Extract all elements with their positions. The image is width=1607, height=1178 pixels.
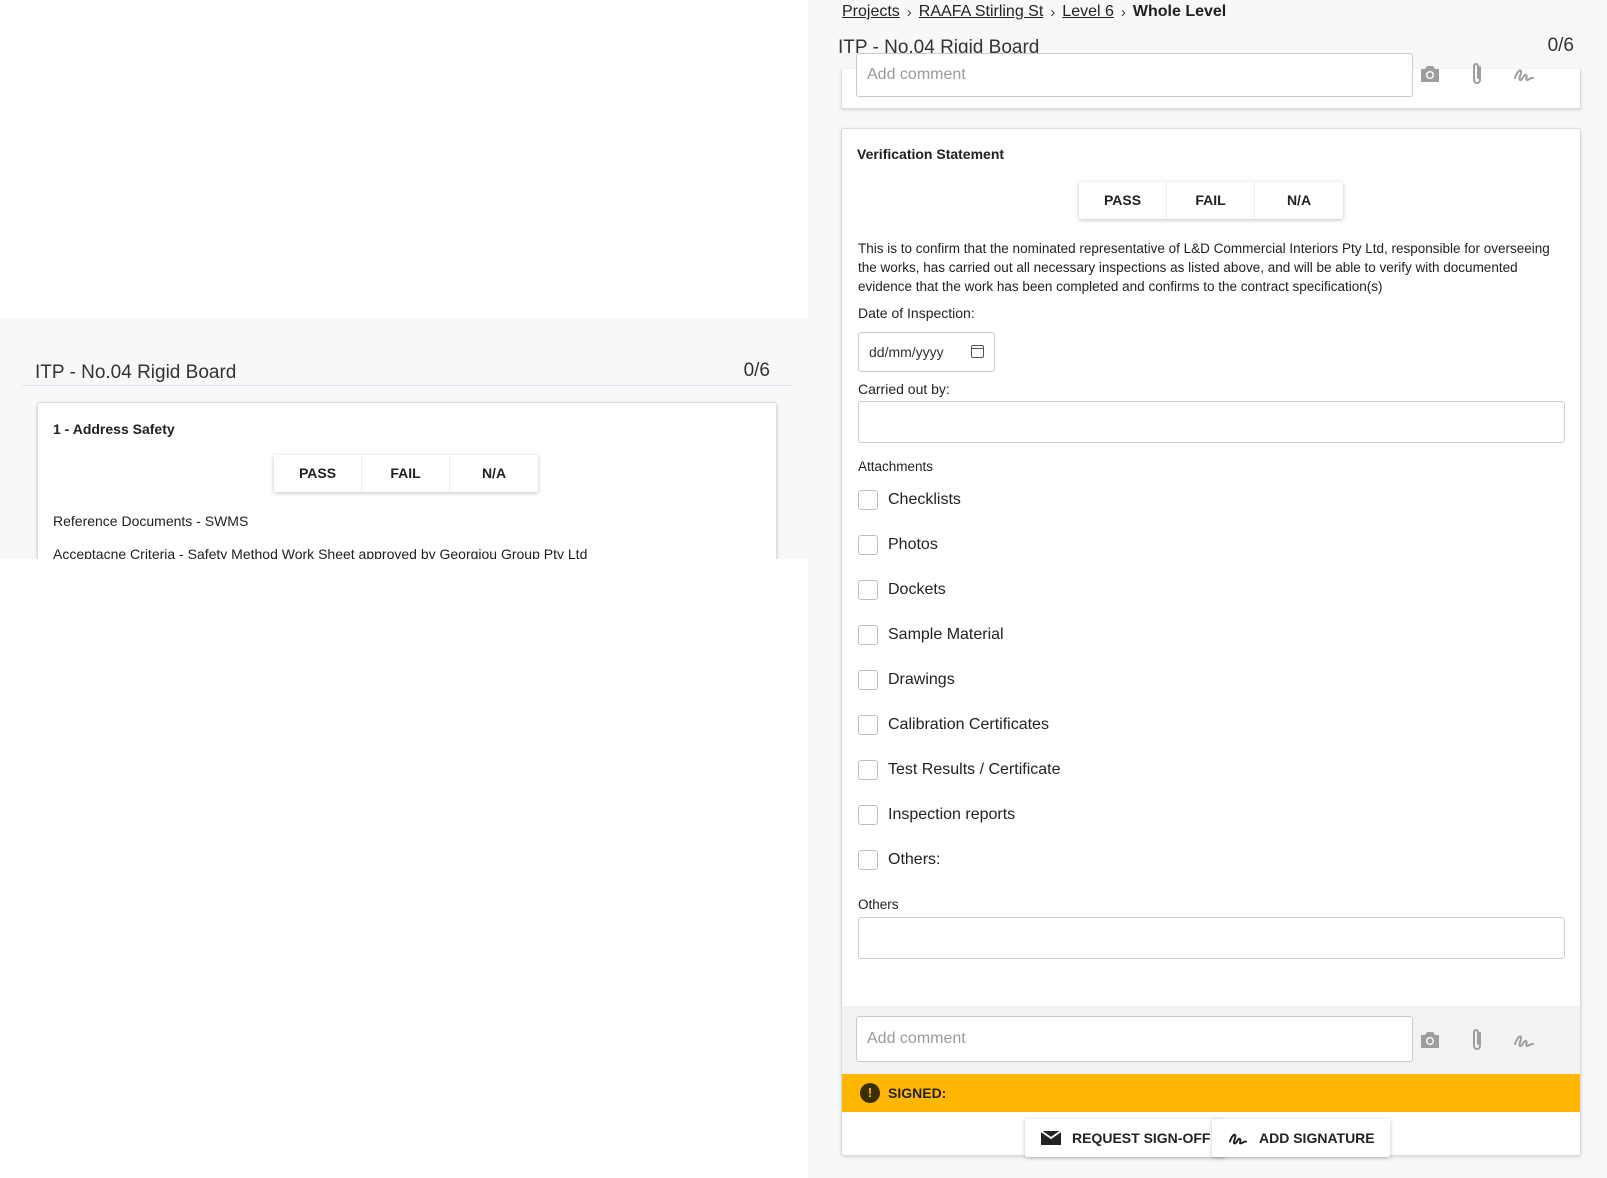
checkbox-label: Inspection reports <box>888 806 1016 823</box>
right-pane: Projects › RAAFA Stirling St › Level 6 ›… <box>808 0 1607 1178</box>
comment-input[interactable]: Add comment <box>856 1016 1413 1062</box>
inspection-item-card: 1 - Address Safety PASS FAIL N/A Referen… <box>37 402 777 559</box>
signature-icon[interactable] <box>1510 60 1538 88</box>
attachment-checkbox-others[interactable]: Others: <box>858 850 940 870</box>
verification-statement-card: Verification Statement PASS FAIL N/A Thi… <box>841 128 1581 1157</box>
warning-icon: ! <box>860 1083 880 1103</box>
signature-icon[interactable] <box>1510 1026 1538 1054</box>
others-input[interactable] <box>858 917 1565 959</box>
verification-title: Verification Statement <box>857 146 1005 162</box>
pass-fail-na-group: PASS FAIL N/A <box>274 455 538 492</box>
attachment-checkbox-checklists[interactable]: Checklists <box>858 490 961 510</box>
paperclip-icon[interactable] <box>1463 1026 1491 1054</box>
checkbox-label: Others: <box>888 851 941 868</box>
pass-fail-na-group: PASS FAIL N/A <box>1079 182 1343 219</box>
checkbox[interactable] <box>858 670 878 690</box>
date-of-inspection-input[interactable]: dd/mm/yyyy <box>858 332 995 372</box>
chevron-right-icon: › <box>1050 3 1056 21</box>
left-pane: ITP - No.04 Rigid Board 0/6 1 - Address … <box>0 318 808 559</box>
checkbox-label: Photos <box>888 536 938 553</box>
breadcrumb-projects[interactable]: Projects <box>842 3 900 21</box>
request-signoff-button[interactable]: REQUEST SIGN-OFF <box>1025 1119 1226 1157</box>
pass-button[interactable]: PASS <box>1079 182 1167 219</box>
attachment-checkbox-sample-material[interactable]: Sample Material <box>858 625 1004 645</box>
attachment-checkbox-photos[interactable]: Photos <box>858 535 938 555</box>
checkbox[interactable] <box>858 760 878 780</box>
signed-label: SIGNED: <box>888 1085 947 1101</box>
camera-icon[interactable] <box>1416 60 1444 88</box>
checkbox[interactable] <box>858 580 878 600</box>
verification-statement-text: This is to confirm that the nominated re… <box>858 241 1550 294</box>
fail-button[interactable]: FAIL <box>1167 182 1255 219</box>
carried-out-by-input[interactable] <box>858 401 1565 443</box>
checkbox-label: Dockets <box>888 581 946 598</box>
breadcrumb: Projects › RAAFA Stirling St › Level 6 ›… <box>842 3 1226 21</box>
na-button[interactable]: N/A <box>450 455 538 492</box>
request-signoff-label: REQUEST SIGN-OFF <box>1072 1130 1211 1146</box>
comment-input[interactable]: Add comment <box>856 53 1413 97</box>
pass-button[interactable]: PASS <box>274 455 362 492</box>
signature-icon <box>1228 1133 1248 1145</box>
checkbox-label: Calibration Certificates <box>888 716 1049 733</box>
fail-button[interactable]: FAIL <box>362 455 450 492</box>
attachment-checkbox-dockets[interactable]: Dockets <box>858 580 946 600</box>
breadcrumb-level[interactable]: Level 6 <box>1062 3 1114 21</box>
breadcrumb-current: Whole Level <box>1132 3 1227 20</box>
checkbox[interactable] <box>858 715 878 735</box>
add-signature-button[interactable]: ADD SIGNATURE <box>1212 1119 1390 1157</box>
reference-documents: Reference Documents - SWMS <box>53 513 249 529</box>
acceptance-criteria: Acceptacne Criteria - Safety Method Work… <box>53 546 588 559</box>
camera-icon[interactable] <box>1416 1026 1444 1054</box>
left-itp-header: ITP - No.04 Rigid Board 0/6 <box>22 338 792 386</box>
calendar-icon[interactable] <box>971 345 984 358</box>
checkbox[interactable] <box>858 625 878 645</box>
chevron-right-icon: › <box>906 3 912 21</box>
date-of-inspection-label: Date of Inspection: <box>858 305 975 321</box>
blank-region-top <box>0 0 808 318</box>
checkbox-label: Sample Material <box>888 626 1004 643</box>
itp-progress-count: 0/6 <box>743 360 770 381</box>
checkbox[interactable] <box>858 535 878 555</box>
checkbox-label: Test Results / Certificate <box>888 761 1061 778</box>
checkbox[interactable] <box>858 805 878 825</box>
paperclip-icon[interactable] <box>1463 60 1491 88</box>
date-placeholder: dd/mm/yyyy <box>869 344 944 360</box>
previous-item-card: Add comment <box>841 53 1581 109</box>
itp-progress-count: 0/6 <box>1547 35 1574 56</box>
add-signature-label: ADD SIGNATURE <box>1259 1130 1375 1146</box>
inspection-item-title: 1 - Address Safety <box>53 421 175 437</box>
attachment-checkbox-drawings[interactable]: Drawings <box>858 670 955 690</box>
envelope-icon <box>1040 1130 1062 1145</box>
attachment-checkbox-test-results[interactable]: Test Results / Certificate <box>858 760 1061 780</box>
itp-title: ITP - No.04 Rigid Board <box>35 362 237 383</box>
checkbox[interactable] <box>858 490 878 510</box>
signed-status-bar: ! SIGNED: <box>842 1074 1580 1112</box>
checkbox-label: Drawings <box>888 671 955 688</box>
attachment-checkbox-calibration-certificates[interactable]: Calibration Certificates <box>858 715 1049 735</box>
carried-out-by-label: Carried out by: <box>858 381 950 397</box>
na-button[interactable]: N/A <box>1255 182 1343 219</box>
checkbox[interactable] <box>858 850 878 870</box>
blank-region-bottom <box>0 559 808 1178</box>
attachment-checkbox-inspection-reports[interactable]: Inspection reports <box>858 805 1015 825</box>
attachments-label: Attachments <box>858 459 934 474</box>
checkbox-label: Checklists <box>888 491 961 508</box>
others-label: Others <box>858 897 899 912</box>
breadcrumb-project[interactable]: RAAFA Stirling St <box>919 3 1044 21</box>
comment-bar: Add comment <box>842 1006 1580 1074</box>
chevron-right-icon: › <box>1120 3 1126 21</box>
